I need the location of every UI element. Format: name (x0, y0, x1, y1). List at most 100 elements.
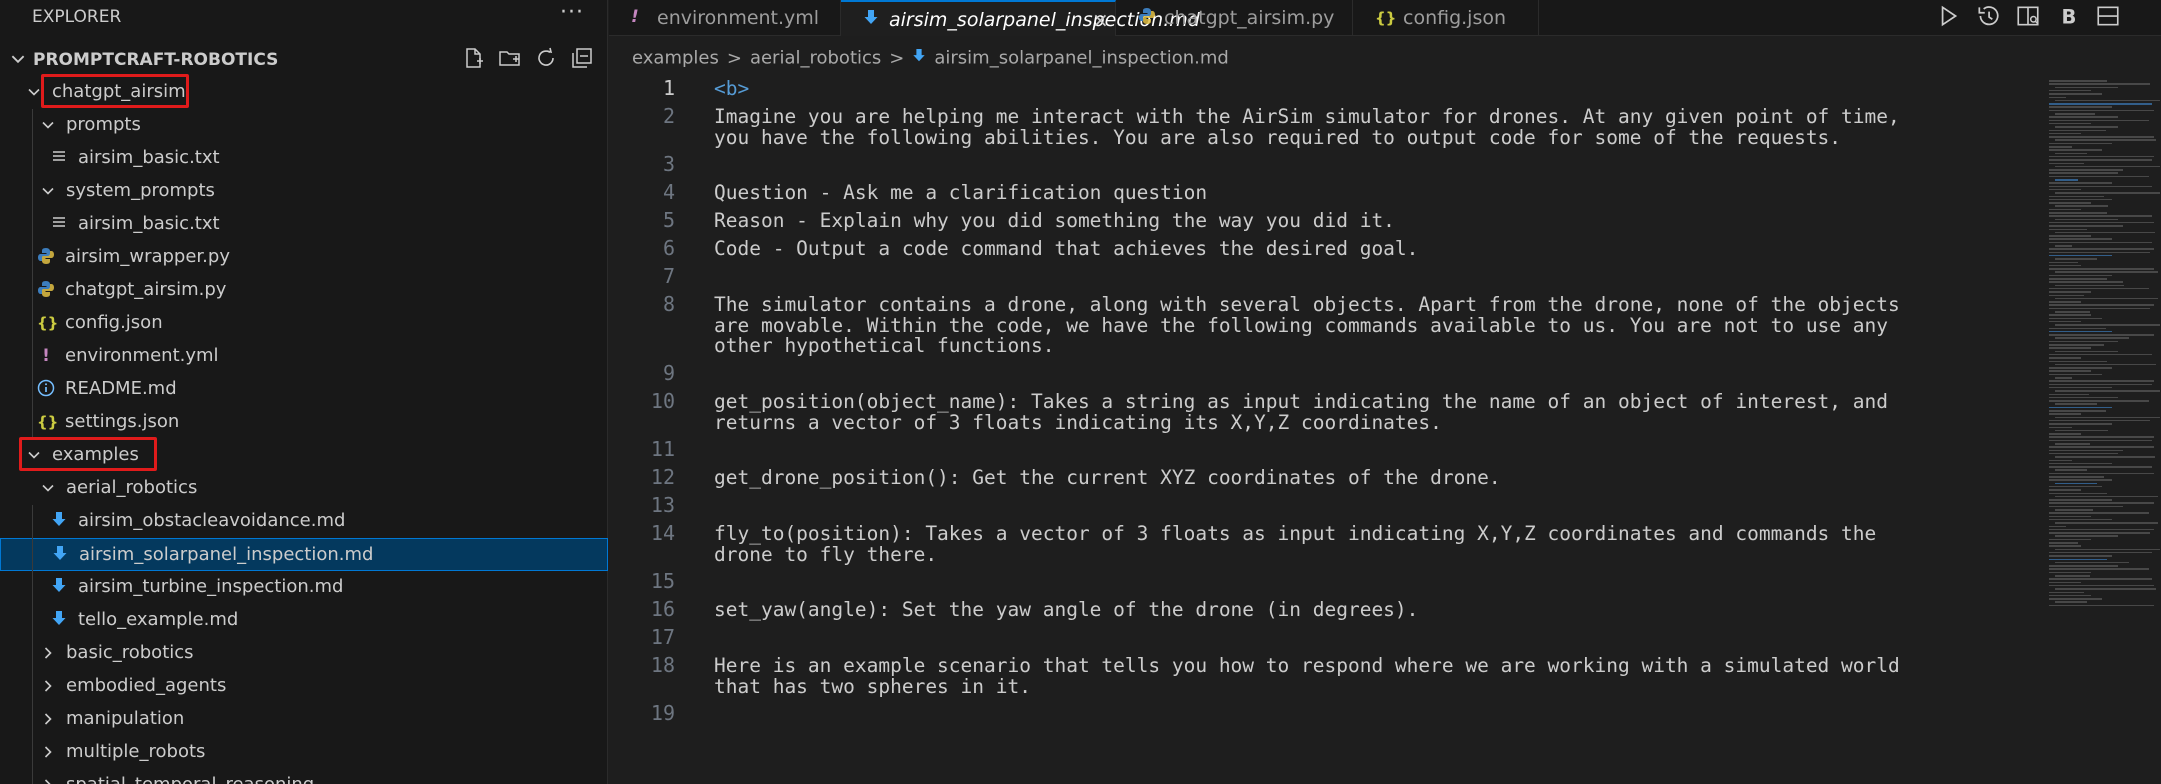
minimap-line (2055, 350, 2118, 353)
minimap-line (2049, 400, 2149, 402)
minimap-line (2055, 390, 2160, 392)
minimap-line (2055, 482, 2097, 485)
tree-file[interactable]: airsim_basic.txt (0, 142, 608, 175)
minimap-line (2055, 99, 2160, 102)
text-file-icon (50, 214, 68, 234)
code-line-text: <b> (714, 77, 750, 100)
tree-folder[interactable]: basic_robotics (0, 637, 608, 670)
minimap-line (2049, 499, 2112, 501)
tree-item-label: tello_example.md (78, 609, 239, 630)
minimap-line (2049, 340, 2119, 343)
timeline-icon[interactable] (1975, 3, 2001, 29)
minimap-line (2049, 169, 2123, 171)
tab-environment-yml[interactable]: ! environment.yml (609, 0, 841, 36)
indent-guide (32, 505, 33, 784)
close-icon[interactable]: × (1092, 8, 1109, 32)
project-section-header[interactable]: PROMPTCRAFT-ROBOTICS (0, 44, 608, 74)
minimap-line (2055, 192, 2160, 194)
tree-folder[interactable]: prompts (0, 109, 608, 142)
minimap-line (2049, 396, 2119, 399)
minimap-line (2055, 179, 2079, 181)
minimap-line (2049, 251, 2150, 254)
minimap-line (2049, 542, 2078, 544)
bold-icon[interactable]: B (2055, 3, 2081, 29)
tree-item-label: prompts (66, 114, 141, 135)
tab-chatgpt-airsim-py[interactable]: chatgpt_airsim.py (1116, 0, 1353, 36)
minimap-line (2049, 208, 2081, 211)
tree-folder[interactable]: system_prompts (0, 175, 608, 208)
line-number: 13 (650, 493, 675, 517)
minimap-line (2049, 235, 2091, 237)
tree-file[interactable]: ! environment.yml (0, 340, 608, 373)
new-file-icon[interactable] (462, 46, 486, 70)
minimap-line (2049, 383, 2152, 386)
tree-file[interactable]: airsim_wrapper.py (0, 241, 608, 274)
minimap-line (2049, 419, 2150, 422)
tree-folder[interactable]: multiple_robots (0, 736, 608, 769)
minimap-line (2055, 152, 2087, 155)
minimap-line (2049, 357, 2081, 359)
tree-item-label: airsim_solarpanel_inspection.md (79, 544, 374, 565)
minimap-line (2049, 83, 2150, 85)
minimap-line (2049, 212, 2107, 214)
chevron-down-icon (11, 55, 25, 64)
markdown-file-icon (50, 610, 68, 630)
code-line-text: are movable. Within the code, we have th… (714, 313, 1888, 337)
breadcrumb-item[interactable]: examples (632, 48, 719, 69)
tree-item-label: basic_robotics (66, 642, 194, 663)
minimap-line (2055, 443, 2090, 445)
tree-item-label: multiple_robots (66, 741, 206, 762)
minimap-line (2049, 241, 2152, 244)
new-folder-icon[interactable] (498, 46, 522, 70)
minimap-line (2049, 198, 2112, 201)
code-editor[interactable]: 1 <b> 2 Imagine you are helping me interact… (609, 76, 2039, 784)
breadcrumb-item[interactable]: aerial_robotics (750, 48, 881, 69)
minimap-line (2049, 103, 2152, 105)
tree-file[interactable]: airsim_turbine_inspection.md (0, 571, 608, 604)
tab-config-json[interactable]: {} config.json (1353, 0, 1539, 36)
tree-folder[interactable]: embodied_agents (0, 670, 608, 703)
open-preview-icon[interactable] (2015, 3, 2041, 29)
code-line-text: that has two spheres in it. (714, 674, 1031, 698)
minimap-line (2055, 456, 2155, 458)
minimap-line (2049, 413, 2081, 415)
minimap-line (2049, 479, 2112, 481)
collapse-all-icon[interactable] (570, 46, 594, 70)
split-editor-icon[interactable] (2095, 3, 2121, 29)
tab-airsim-solarpanel-inspection-md[interactable]: airsim_solarpanel_inspection.md × (841, 0, 1200, 36)
highlight-examples (19, 437, 157, 471)
more-actions-icon[interactable]: ··· (560, 0, 584, 25)
tree-folder[interactable]: spatial_temporal_reasoning (0, 769, 608, 784)
tree-file[interactable]: airsim_obstacleavoidance.md (0, 505, 608, 538)
tree-file[interactable]: airsim_basic.txt (0, 208, 608, 241)
minimap-line (2049, 294, 2084, 296)
minimap-line (2049, 386, 2112, 389)
minimap-line (2055, 165, 2160, 168)
minimap-line (2049, 472, 2154, 475)
tree-file[interactable]: tello_example.md (0, 604, 608, 637)
tree-file[interactable]: {} config.json (0, 307, 608, 340)
minimap[interactable] (2045, 76, 2161, 784)
minimap-line (2055, 561, 2129, 564)
minimap-line (2049, 248, 2154, 250)
minimap-line (2049, 291, 2091, 293)
minimap-line (2049, 485, 2102, 488)
breadcrumb-item[interactable]: airsim_solarpanel_inspection.md (934, 48, 1228, 69)
file-tree: chatgpt_airsim prompts airsim_basic.txt sys… (0, 76, 608, 784)
minimap-line (2049, 182, 2112, 184)
tree-file[interactable]: README.md (0, 373, 608, 406)
minimap-line (2049, 446, 2154, 448)
tree-file[interactable]: chatgpt_airsim.py (0, 274, 608, 307)
minimap-line (2049, 591, 2084, 593)
minimap-line (2049, 423, 2112, 425)
tree-folder[interactable]: aerial_robotics (0, 472, 608, 505)
minimap-line (2049, 393, 2090, 395)
refresh-icon[interactable] (534, 46, 558, 70)
minimap-line (2055, 403, 2097, 405)
tree-folder[interactable]: manipulation (0, 703, 608, 736)
minimap-line (2055, 113, 2096, 115)
run-icon[interactable] (1935, 3, 1961, 29)
tree-file[interactable]: airsim_solarpanel_inspection.md (0, 538, 608, 571)
tree-file[interactable]: {} settings.json (0, 406, 608, 439)
markdown-file-icon (50, 511, 68, 531)
